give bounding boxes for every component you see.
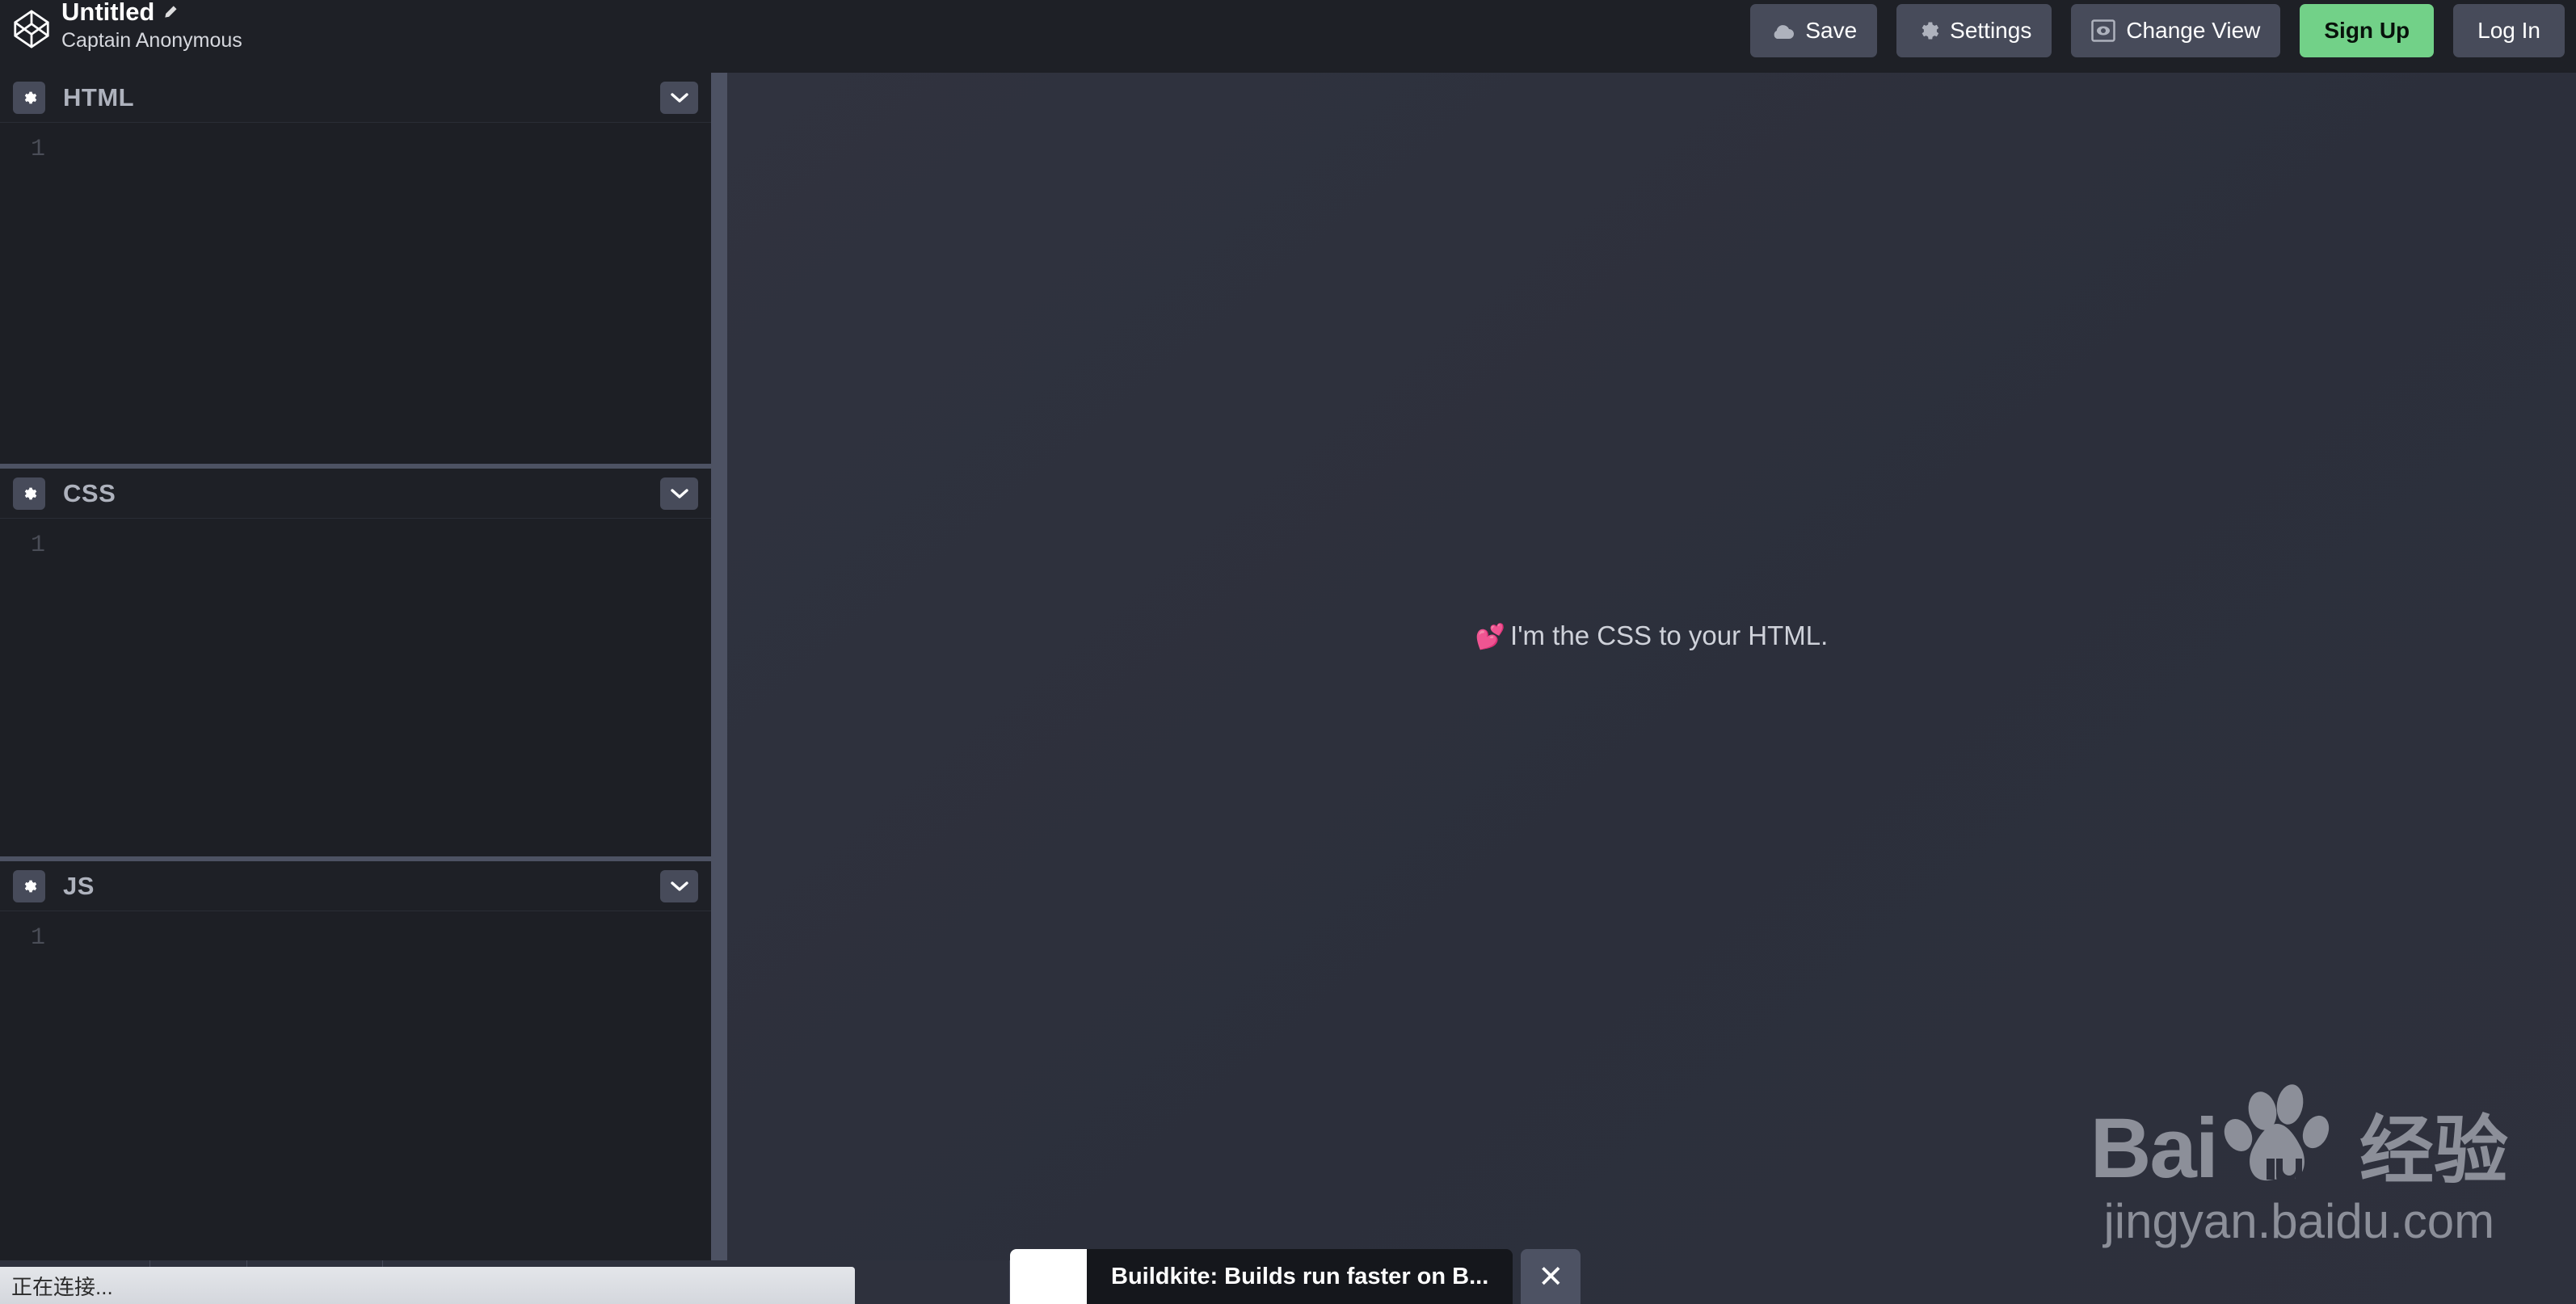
change-view-button[interactable]: Change View [2071, 4, 2281, 57]
two-hearts-icon: 💕 [1475, 624, 1506, 650]
preview-message-text: I'm the CSS to your HTML. [1510, 620, 1829, 650]
log-in-button[interactable]: Log In [2453, 4, 2565, 57]
ad-thumbnail [1010, 1249, 1087, 1304]
codepen-app: Untitled Captain Anonymous Save Settings… [0, 0, 2576, 1304]
pen-title-row[interactable]: Untitled [61, 0, 242, 26]
preview-pane[interactable]: 💕 I'm the CSS to your HTML. Bai 经验 jingy… [727, 73, 2576, 1304]
cloud-icon [1770, 22, 1795, 40]
ad-text[interactable]: Buildkite: Builds run faster on B... [1087, 1249, 1513, 1304]
css-collapse-chevron-down-icon[interactable] [660, 477, 698, 510]
top-bar: Untitled Captain Anonymous Save Settings… [0, 0, 2576, 73]
status-text: 正在连接... [11, 1274, 113, 1299]
js-collapse-chevron-down-icon[interactable] [660, 869, 698, 902]
editor-header-css: CSS [0, 469, 711, 519]
sign-up-button[interactable]: Sign Up [2300, 4, 2435, 57]
save-button[interactable]: Save [1750, 4, 1878, 57]
codepen-logo-icon[interactable] [13, 9, 50, 53]
baidu-paw-icon [2222, 1082, 2343, 1187]
html-collapse-chevron-down-icon[interactable] [660, 81, 698, 114]
browser-status-bar: 正在连接... [0, 1267, 855, 1304]
code-editor-html[interactable]: 1 [0, 123, 711, 464]
log-in-button-label: Log In [2477, 18, 2540, 43]
editor-pane-css: CSS 1 [0, 469, 711, 856]
editor-header-js: JS [0, 861, 711, 911]
line-number-css: 1 [31, 532, 46, 559]
baidu-watermark: Bai 经验 jingyan.baidu.com [2090, 1082, 2508, 1249]
code-editor-css[interactable]: 1 [0, 519, 711, 856]
code-editor-js[interactable]: 1 [0, 911, 711, 1304]
watermark-url: jingyan.baidu.com [2103, 1194, 2495, 1248]
pen-author: Captain Anonymous [61, 28, 242, 52]
line-number-html: 1 [31, 136, 46, 163]
editor-title-css: CSS [63, 478, 116, 507]
settings-button[interactable]: Settings [1896, 4, 2052, 57]
pencil-icon[interactable] [162, 0, 178, 26]
js-settings-gear-icon[interactable] [13, 869, 45, 902]
main-vertical-splitter[interactable] [711, 73, 727, 1304]
ad-banner[interactable]: Buildkite: Builds run faster on B... ✕ [1010, 1249, 1581, 1304]
settings-button-label: Settings [1950, 18, 2032, 43]
editor-pane-html: HTML 1 [0, 73, 711, 464]
line-number-js: 1 [31, 924, 46, 952]
editor-column: HTML 1 CSS 1 JS 1 [0, 73, 711, 1304]
ad-close-icon[interactable]: ✕ [1521, 1249, 1581, 1304]
sign-up-button-label: Sign Up [2324, 18, 2410, 43]
change-view-button-label: Change View [2126, 18, 2261, 43]
css-settings-gear-icon[interactable] [13, 477, 45, 510]
preview-message: 💕 I'm the CSS to your HTML. [727, 620, 2576, 651]
watermark-bai: Bai [2090, 1100, 2219, 1196]
main-area: HTML 1 CSS 1 JS 1 💕 I'm the CSS to your … [0, 73, 2576, 1304]
brand-area: Untitled Captain Anonymous [0, 0, 242, 53]
html-settings-gear-icon[interactable] [13, 81, 45, 114]
watermark-chinese: 经验 [2359, 1109, 2508, 1193]
editor-header-html: HTML [0, 73, 711, 123]
editor-title-js: JS [63, 871, 95, 900]
save-button-label: Save [1805, 18, 1858, 43]
gear-icon [1917, 19, 1939, 42]
editor-pane-js: JS 1 [0, 861, 711, 1304]
editor-title-html: HTML [63, 82, 135, 111]
eye-frame-icon [2091, 19, 2116, 42]
page-title: Untitled [61, 0, 155, 27]
top-actions: Save Settings Change View Sign Up Log In [1750, 4, 2576, 57]
